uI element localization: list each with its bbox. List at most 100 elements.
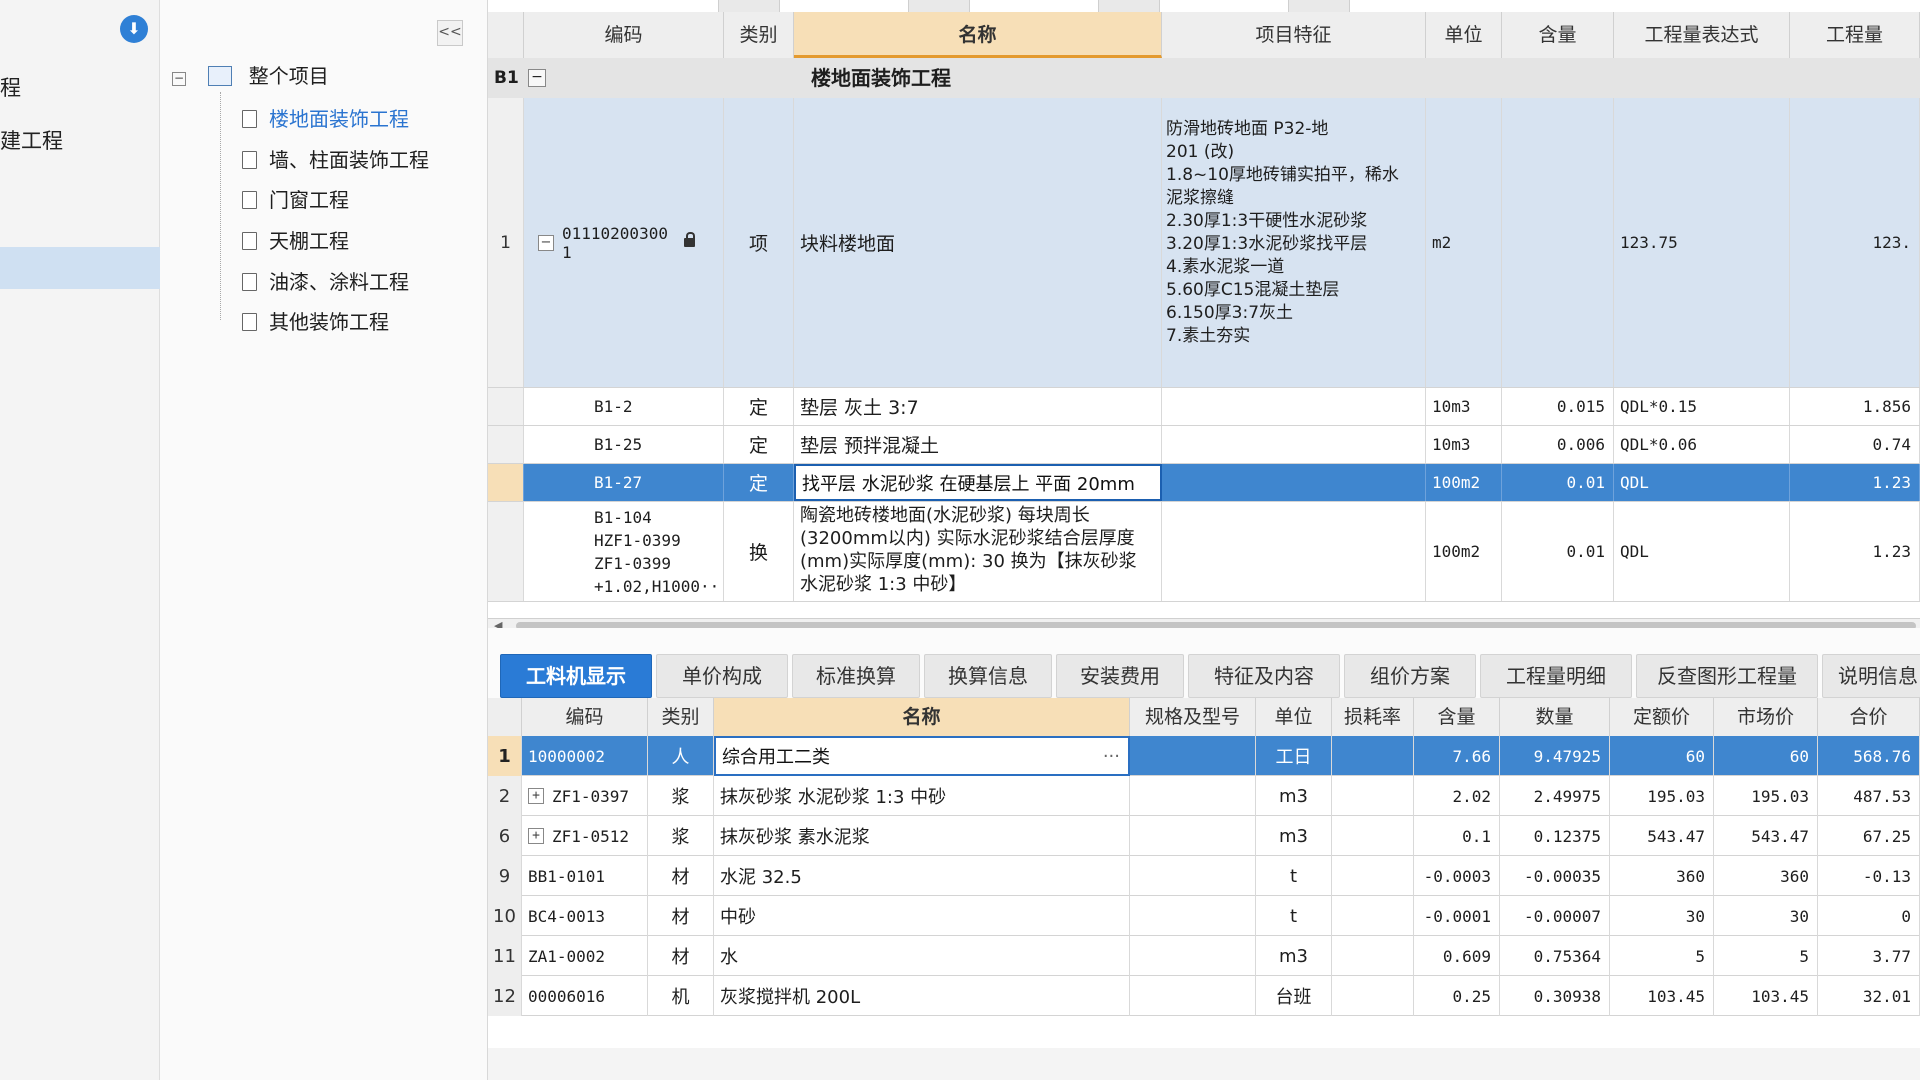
header-loss[interactable]: 损耗率 [1332, 698, 1414, 736]
tree-item-ceiling[interactable]: 天棚工程 [242, 225, 349, 257]
cell-name[interactable]: 灰浆搅拌机 200L [714, 976, 1130, 1016]
group-row[interactable]: B1 − 楼地面装饰工程 [488, 58, 1920, 99]
collapse-group-icon[interactable]: − [528, 69, 546, 87]
header-market-price[interactable]: 市场价 [1714, 698, 1818, 736]
header-code[interactable]: 编码 [524, 12, 724, 58]
header-quantity[interactable]: 工程量 [1790, 12, 1920, 58]
resource-row[interactable]: 12 00006016 机灰浆搅拌机 200L 台班 0.25 0.30938 103.45… [488, 976, 1920, 1016]
row-content[interactable]: 0.01 [1502, 502, 1614, 601]
row-feature[interactable] [1162, 388, 1426, 425]
cell-name[interactable]: 水 [714, 936, 1130, 976]
cell-name[interactable]: 抹灰砂浆 素水泥浆 [714, 816, 1130, 856]
tree-item-doors[interactable]: 门窗工程 [242, 184, 349, 216]
cell-content[interactable]: -0.0003 [1414, 856, 1500, 896]
tree-root-node[interactable]: − 整个项目 [172, 60, 329, 92]
tab-standard-conversion[interactable]: 标准换算 [792, 654, 920, 698]
tab-quantity-details[interactable]: 工程量明细 [1480, 654, 1632, 698]
quota-row[interactable]: B1-104 HZF1-0399 ZF1-0399 +1.02,H1000···… [488, 502, 1920, 602]
cell-market[interactable]: 5 [1714, 936, 1818, 976]
row-expression[interactable]: QDL [1614, 502, 1790, 601]
header-spec[interactable]: 规格及型号 [1130, 698, 1256, 736]
bill-item-row[interactable]: 1 − 01110200300 1 项 块料楼地面 防滑地砖地面 P32-地 2… [488, 98, 1920, 388]
header-name[interactable]: 名称 [794, 12, 1162, 58]
cell-market[interactable]: 543.47 [1714, 816, 1818, 856]
row-name-editor[interactable]: 找平层 水泥砂浆 在硬基层上 平面 20mm [794, 464, 1162, 501]
collapse-tree-icon[interactable]: − [172, 72, 186, 86]
tab-conversion-info[interactable]: 换算信息 [924, 654, 1052, 698]
tree-item-wall[interactable]: 墙、柱面装饰工程 [242, 144, 429, 176]
cell-content[interactable]: 2.02 [1414, 776, 1500, 816]
tab-description[interactable]: 说明信息 [1822, 654, 1920, 698]
cell-content[interactable]: 0.609 [1414, 936, 1500, 976]
double-chevron-left-icon[interactable]: << [437, 20, 463, 46]
resource-row[interactable]: 1 10000002 人综合用工二类 ··· 工日 7.66 9.47925 60 60 568.… [488, 736, 1920, 776]
resource-row[interactable]: 2 + ZF1-0397 浆抹灰砂浆 水泥砂浆 1:3 中砂 m3 2.02 2.49975… [488, 776, 1920, 816]
tab-reverse-check[interactable]: 反查图形工程量 [1636, 654, 1818, 698]
header-content[interactable]: 含量 [1414, 698, 1500, 736]
header-type[interactable]: 类别 [648, 698, 714, 736]
header-unit[interactable]: 单位 [1256, 698, 1332, 736]
row-expression[interactable]: QDL [1614, 464, 1790, 501]
row-content[interactable]: 0.01 [1502, 464, 1614, 501]
row-content[interactable]: 0.006 [1502, 426, 1614, 463]
tree-item-floor[interactable]: 楼地面装饰工程 [242, 103, 409, 135]
row-feature[interactable] [1162, 426, 1426, 463]
row-name[interactable]: 块料楼地面 [794, 98, 1162, 387]
header-name[interactable]: 名称 [714, 698, 1130, 736]
row-expression[interactable]: QDL*0.15 [1614, 388, 1790, 425]
left-strip-item[interactable]: 程 [0, 72, 21, 102]
header-expression[interactable]: 工程量表达式 [1614, 12, 1790, 58]
cell-content[interactable]: 7.66 [1414, 736, 1500, 776]
tab-pricing-plan[interactable]: 组价方案 [1344, 654, 1476, 698]
cell-content[interactable]: 0.25 [1414, 976, 1500, 1016]
header-total[interactable]: 合价 [1818, 698, 1920, 736]
expand-icon[interactable]: + [528, 788, 544, 804]
header-quota-price[interactable]: 定额价 [1610, 698, 1714, 736]
header-qty[interactable]: 数量 [1500, 698, 1610, 736]
header-feature[interactable]: 项目特征 [1162, 12, 1426, 58]
cell-market[interactable]: 103.45 [1714, 976, 1818, 1016]
left-strip-item[interactable]: 建工程 [0, 125, 63, 155]
row-feature[interactable] [1162, 464, 1426, 501]
tab-features[interactable]: 特征及内容 [1188, 654, 1340, 698]
more-options-icon[interactable]: ··· [1103, 746, 1120, 767]
scroll-left-icon[interactable]: ◀ [494, 619, 502, 628]
scrollbar-thumb[interactable] [516, 622, 1916, 628]
cell-market[interactable]: 60 [1714, 736, 1818, 776]
cell-name[interactable]: 综合用工二类 ··· [714, 736, 1130, 776]
resource-row[interactable]: 9 BB1-0101 材水泥 32.5 t -0.0003 -0.00035 360 360-… [488, 856, 1920, 896]
resource-row[interactable]: 6 + ZF1-0512 浆抹灰砂浆 素水泥浆 m3 0.1 0.12375 543.47 54… [488, 816, 1920, 856]
row-expression[interactable]: QDL*0.06 [1614, 426, 1790, 463]
row-feature[interactable] [1162, 502, 1426, 601]
cell-content[interactable]: 0.1 [1414, 816, 1500, 856]
quota-row[interactable]: B1-2 定 垫层 灰土 3:7 10m3 0.015 QDL*0.15 1.8… [488, 388, 1920, 426]
quota-row-selected[interactable]: B1-27 定 找平层 水泥砂浆 在硬基层上 平面 20mm 100m2 0.0… [488, 464, 1920, 502]
tree-item-other[interactable]: 其他装饰工程 [242, 306, 389, 338]
cell-name[interactable]: 中砂 [714, 896, 1130, 936]
download-icon[interactable]: ⬇ [120, 15, 148, 43]
row-name[interactable]: 陶瓷地砖楼地面(水泥砂浆) 每块周长 (3200mm以内) 实际水泥砂浆结合层厚… [794, 502, 1162, 601]
cell-market[interactable]: 360 [1714, 856, 1818, 896]
row-name[interactable]: 垫层 预拌混凝土 [794, 426, 1162, 463]
header-code[interactable]: 编码 [522, 698, 648, 736]
row-expression[interactable]: 123.75 [1614, 98, 1790, 387]
header-unit[interactable]: 单位 [1426, 12, 1502, 58]
tab-labor-material[interactable]: 工料机显示 [500, 654, 652, 698]
horizontal-scrollbar[interactable]: ◀ [488, 618, 1920, 628]
cell-name[interactable]: 水泥 32.5 [714, 856, 1130, 896]
expand-icon[interactable]: + [528, 828, 544, 844]
tree-item-paint[interactable]: 油漆、涂料工程 [242, 266, 409, 298]
cell-content[interactable]: -0.0001 [1414, 896, 1500, 936]
row-content[interactable]: 0.015 [1502, 388, 1614, 425]
header-content[interactable]: 含量 [1502, 12, 1614, 58]
cell-name[interactable]: 抹灰砂浆 水泥砂浆 1:3 中砂 [714, 776, 1130, 816]
cell-market[interactable]: 30 [1714, 896, 1818, 936]
quota-row[interactable]: B1-25 定 垫层 预拌混凝土 10m3 0.006 QDL*0.06 0.7… [488, 426, 1920, 464]
cell-market[interactable]: 195.03 [1714, 776, 1818, 816]
tab-unit-price[interactable]: 单价构成 [656, 654, 788, 698]
resource-row[interactable]: 10 BC4-0013 材中砂 t -0.0001 -0.00007 30 30 0 [488, 896, 1920, 936]
row-feature[interactable]: 防滑地砖地面 P32-地 201 (改) 1.8~10厚地砖铺实拍平，稀水 泥浆… [1162, 98, 1426, 387]
resource-row[interactable]: 11 ZA1-0002 材水 m3 0.609 0.75364 5 5 3.77 [488, 936, 1920, 976]
row-name[interactable]: 垫层 灰土 3:7 [794, 388, 1162, 425]
tab-install-fees[interactable]: 安装费用 [1056, 654, 1184, 698]
